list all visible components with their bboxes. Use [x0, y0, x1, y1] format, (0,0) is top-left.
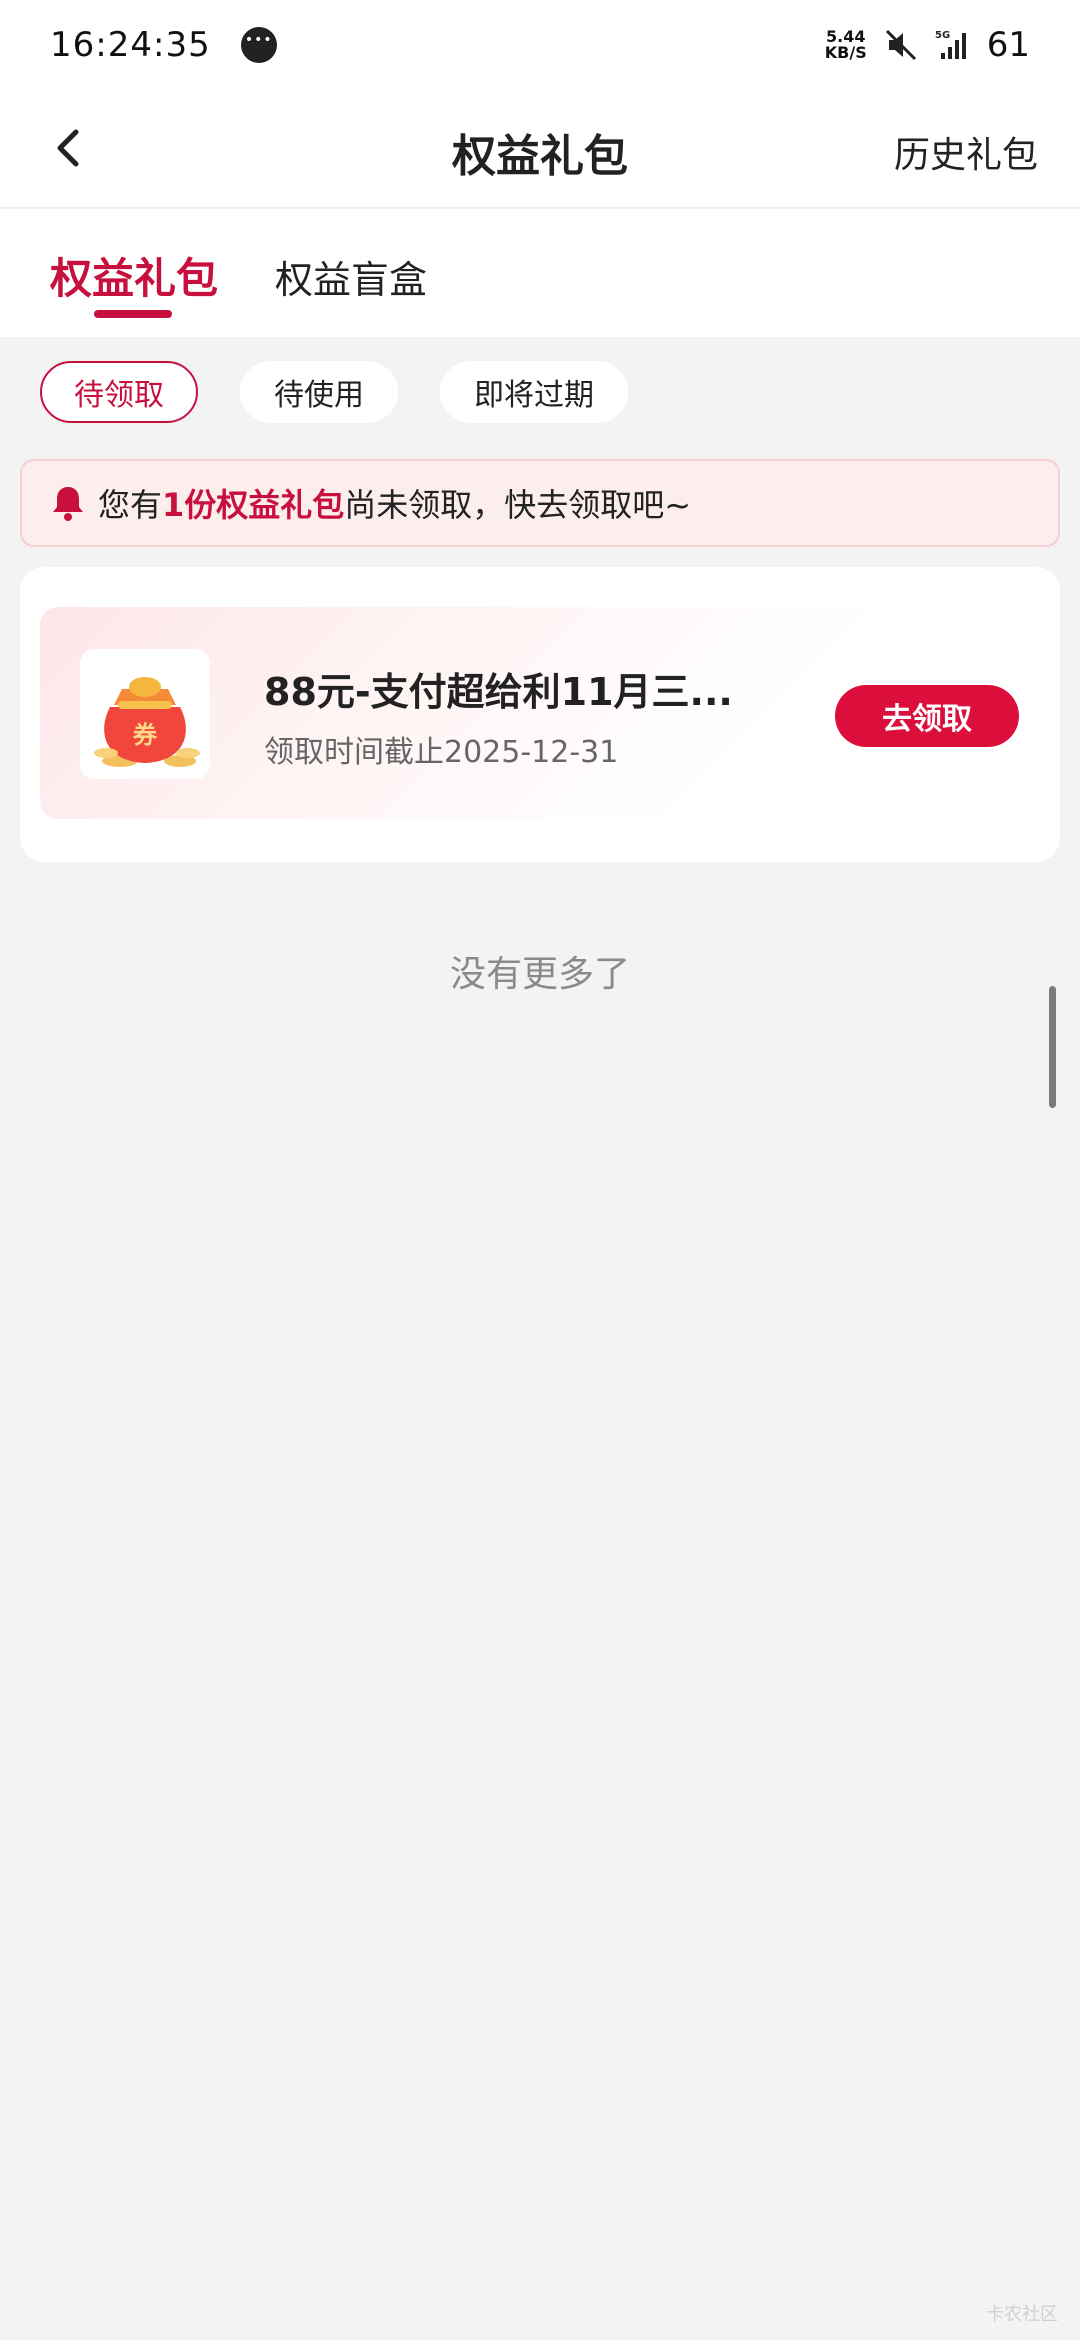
- filter-pending-claim[interactable]: 待领取: [40, 361, 198, 423]
- filter-pending-use[interactable]: 待使用: [240, 361, 398, 423]
- mute-icon: [885, 29, 916, 61]
- unclaimed-notice-banner: 您有 1份权益礼包 尚未领取，快去领取吧~: [20, 459, 1060, 547]
- notice-suffix: 尚未领取，快去领取吧~: [344, 486, 692, 524]
- top-navigation-bar: 权益礼包 历史礼包: [0, 90, 1080, 208]
- bell-icon: [53, 487, 83, 521]
- claim-button[interactable]: 去领取: [835, 685, 1019, 747]
- thumbnail-label: 券: [133, 721, 158, 749]
- battery-level: 61: [986, 25, 1030, 65]
- gift-deadline: 领取时间截止2025-12-31: [264, 735, 619, 770]
- message-notification-icon: [240, 27, 277, 63]
- gift-thumbnail: 券: [80, 649, 210, 779]
- status-filter-bar: 待领取 待使用 即将过期: [40, 361, 628, 423]
- tab-rights-gift[interactable]: 权益礼包: [50, 245, 218, 306]
- notice-highlight: 1份权益礼包: [162, 486, 345, 524]
- status-indicators: 5.44 KB/S 5G 61: [825, 25, 1030, 65]
- status-time: 16:24:35: [50, 25, 211, 65]
- signal-5g-icon: 5G: [935, 30, 966, 59]
- active-tab-indicator: [94, 310, 172, 318]
- notice-prefix: 您有: [98, 486, 163, 524]
- list-end-text: 没有更多了: [449, 954, 630, 995]
- gift-title: 88元-支付超给利11月三...: [264, 670, 733, 714]
- network-speed: 5.44 KB/S: [825, 29, 867, 61]
- history-gifts-link[interactable]: 历史礼包: [894, 126, 1038, 178]
- coupon-bag-icon: 券: [94, 677, 200, 767]
- tab-bar: 权益礼包 权益盲盒: [0, 209, 1080, 337]
- signal-label: 5G: [935, 30, 950, 41]
- filter-expiring-soon[interactable]: 即将过期: [440, 361, 628, 423]
- scrollbar[interactable]: [1049, 986, 1056, 1108]
- watermark: 卡农社区: [986, 2304, 1058, 2325]
- tab-rights-blind-box[interactable]: 权益盲盒: [275, 249, 427, 304]
- gift-list-card: 券 88元-支付超给利11月三... 领取时间截止2025-12-31 去领取: [20, 567, 1060, 862]
- status-bar: 16:24:35 5.44 KB/S 5G 61: [0, 0, 1080, 90]
- network-speed-unit: KB/S: [824, 43, 867, 62]
- gift-item[interactable]: 券 88元-支付超给利11月三... 领取时间截止2025-12-31 去领取: [40, 607, 1040, 819]
